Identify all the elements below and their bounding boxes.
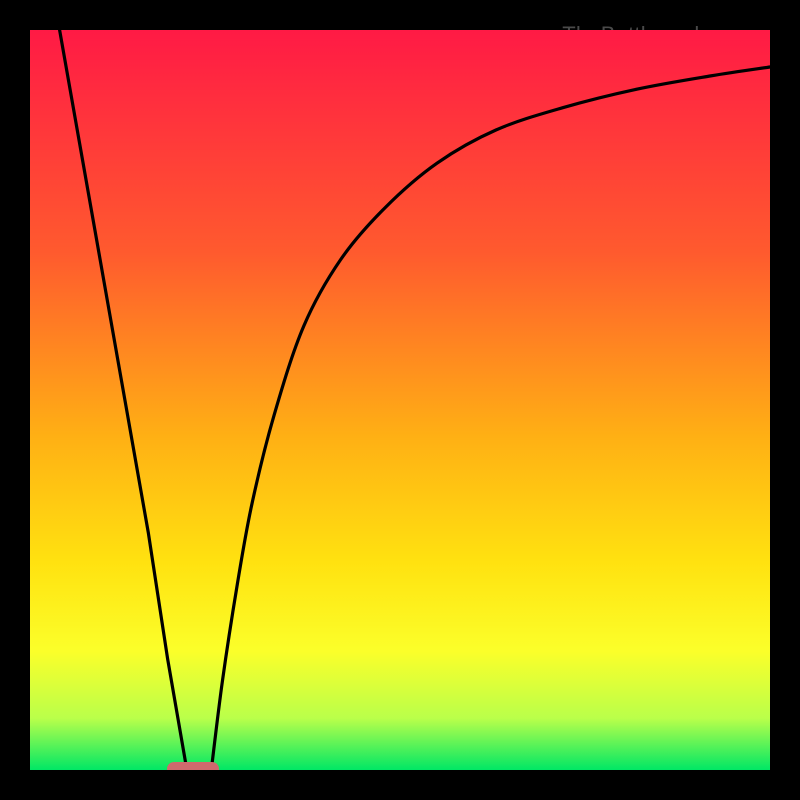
chart-curves <box>30 30 770 770</box>
chart-frame: TheBottleneck.com <box>20 20 780 780</box>
series-left-leg <box>60 30 187 770</box>
bottom-marker <box>167 762 219 770</box>
series-right-curve <box>211 67 770 770</box>
plot-area <box>30 30 770 770</box>
